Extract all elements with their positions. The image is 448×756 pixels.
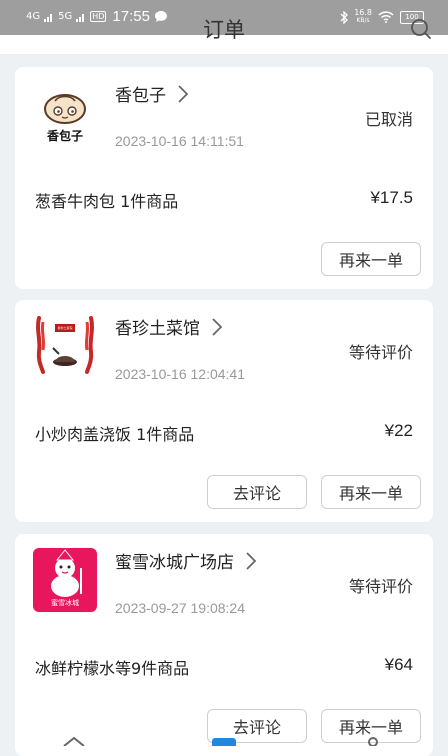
shop-name: 香珍土菜馆	[115, 319, 200, 339]
profile-icon[interactable]	[364, 736, 382, 746]
chevron-right-icon	[178, 84, 188, 103]
orders-icon[interactable]	[212, 738, 236, 746]
order-items: 葱香牛肉包 1件商品	[35, 192, 179, 211]
review-button[interactable]: 去评论	[207, 475, 307, 509]
shop-name: 香包子	[115, 86, 166, 106]
order-status: 已取消	[364, 110, 413, 129]
chevron-right-icon	[246, 551, 256, 570]
shop-name-link[interactable]: 香珍土菜馆	[115, 314, 222, 339]
bottom-nav	[0, 736, 448, 746]
shop-logo: 蜜雪冰城	[33, 548, 97, 612]
logo-text: 蜜雪冰城	[51, 599, 79, 607]
page-title: 订单	[203, 18, 245, 42]
shop-logo: 香包子	[33, 81, 97, 145]
logo-text: 香珍土菜馆	[57, 326, 73, 330]
order-again-button[interactable]: 再来一单	[321, 475, 421, 509]
search-icon[interactable]	[410, 18, 432, 40]
shop-logo: 香珍土菜馆	[33, 314, 97, 378]
shop-name-link[interactable]: 蜜雪冰城广场店	[115, 548, 256, 573]
shop-name: 蜜雪冰城广场店	[115, 553, 234, 573]
chevron-right-icon	[212, 317, 222, 336]
order-items: 冰鲜柠檬水等9件商品	[35, 659, 190, 678]
order-price: ¥17.5	[370, 188, 413, 207]
home-icon[interactable]	[62, 736, 86, 746]
order-time: 2023-09-27 19:08:24	[115, 600, 245, 616]
order-price: ¥64	[384, 655, 413, 674]
order-card[interactable]: 香包子 香包子 已取消 2023-10-16 14:11:51 葱香牛肉包 1件…	[15, 67, 433, 289]
order-price: ¥22	[384, 421, 413, 440]
order-again-button[interactable]: 再来一单	[321, 242, 421, 276]
order-status: 等待评价	[348, 343, 413, 362]
order-time: 2023-10-16 14:11:51	[115, 133, 244, 149]
order-time: 2023-10-16 12:04:41	[115, 366, 245, 382]
logo-text: 香包子	[46, 129, 83, 143]
order-card[interactable]: 蜜雪冰城 蜜雪冰城广场店 等待评价 2023-09-27 19:08:24 冰鲜…	[15, 534, 433, 756]
shop-name-link[interactable]: 香包子	[115, 81, 188, 106]
order-status: 等待评价	[348, 577, 413, 596]
order-card[interactable]: 香珍土菜馆 香珍土菜馆 等待评价 2023-10-16 12:04:41 小炒肉…	[15, 300, 433, 522]
order-items: 小炒肉盖浇饭 1件商品	[35, 425, 195, 444]
